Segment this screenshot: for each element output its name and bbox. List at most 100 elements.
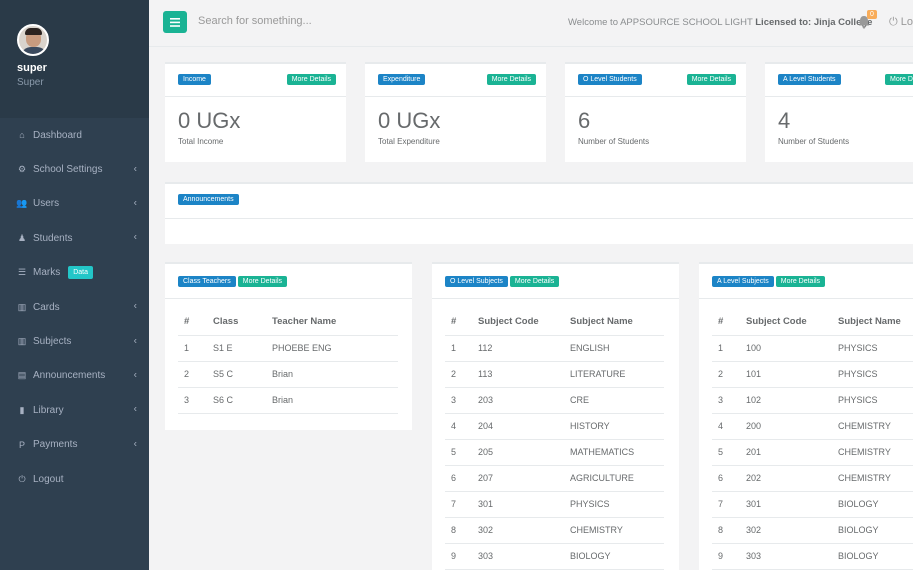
sidebar-item-school-settings[interactable]: ⚙ School Settings ‹ xyxy=(0,152,149,186)
table-cell: 6 xyxy=(445,465,472,492)
sidebar-item-cards[interactable]: ▥ Cards ‹ xyxy=(0,290,149,324)
sidebar-item-library[interactable]: ▮ Library ‹ xyxy=(0,393,149,427)
table-cell: 301 xyxy=(740,491,832,518)
widget-title: Income xyxy=(178,74,211,85)
table-cell: 101 xyxy=(740,361,832,388)
sidebar-item-users[interactable]: 👥 Users ‹ xyxy=(0,187,149,221)
table-row: 2 113 LITERATURE xyxy=(445,361,664,388)
sidebar-item-students[interactable]: ♟ Students ‹ xyxy=(0,221,149,255)
chevron-left-icon: ‹ xyxy=(133,300,137,312)
table-cell: 3 xyxy=(445,387,472,414)
table-row: 1 S1 E PHOEBE ENG xyxy=(178,335,398,362)
column-header: Teacher Name xyxy=(266,309,398,336)
sidebar-item-label: Subjects xyxy=(33,336,72,348)
widget-caption: Total Income xyxy=(178,137,224,146)
table-row: 7 301 PHYSICS xyxy=(445,491,664,518)
table-cell: S6 C xyxy=(207,387,266,414)
a-level-subjects-table: # Subject Code Subject Name 1 100 PHYSICS 2… xyxy=(712,309,913,570)
table-row: 5 201 CHEMISTRY xyxy=(712,439,913,466)
welcome-message: Welcome to APPSOURCE SCHOOL LIGHT Licens… xyxy=(568,17,872,28)
table-cell: BIOLOGY xyxy=(564,543,664,570)
column-header: Subject Name xyxy=(832,309,913,336)
table-row: 3 203 CRE xyxy=(445,387,664,414)
table-cell: 9 xyxy=(712,543,740,570)
avatar[interactable] xyxy=(17,24,49,56)
announcements-panel: Announcements xyxy=(165,182,913,244)
table-cell: 5 xyxy=(712,439,740,466)
o-level-students-widget: O Level Students More Details 6 Number o… xyxy=(565,62,746,162)
power-icon: ⏻ xyxy=(18,473,26,484)
table-cell: 102 xyxy=(740,387,832,414)
bar-chart-icon: ▥ xyxy=(17,336,27,347)
sidebar-item-logout[interactable]: ⏻ Logout xyxy=(0,462,149,496)
table-row: 3 102 PHYSICS xyxy=(712,387,913,414)
column-header: Subject Name xyxy=(564,309,664,336)
table-cell: 302 xyxy=(472,517,564,544)
class-teachers-panel: Class Teachers More Details # Class Teach… xyxy=(165,262,412,430)
widget-value: 4 xyxy=(778,108,791,133)
table-cell: LITERATURE xyxy=(564,361,664,388)
chevron-left-icon: ‹ xyxy=(133,369,137,381)
table-row: 4 200 CHEMISTRY xyxy=(712,413,913,440)
table-cell: BIOLOGY xyxy=(832,517,913,544)
column-header: Class xyxy=(207,309,266,336)
table-cell: 205 xyxy=(472,439,564,466)
chevron-left-icon: ‹ xyxy=(133,438,137,450)
o-level-subjects-table: # Subject Code Subject Name 1 112 ENGLISH 2… xyxy=(445,309,664,570)
license-text: Licensed to: Jinja College xyxy=(755,17,873,28)
table-cell: CRE xyxy=(564,387,664,414)
table-cell: Brian xyxy=(266,387,398,414)
widget-caption: Total Expenditure xyxy=(378,137,440,146)
table-cell: 4 xyxy=(712,413,740,440)
sidebar-item-marks[interactable]: ☰ Marks Data xyxy=(0,256,149,290)
table-cell: 1 xyxy=(445,335,472,362)
more-details-button[interactable]: More Details xyxy=(686,74,736,85)
sidebar-item-subjects[interactable]: ▥ Subjects ‹ xyxy=(0,324,149,358)
sidebar-item-label: Payments xyxy=(33,439,78,451)
table-cell: CHEMISTRY xyxy=(564,517,664,544)
table-cell: 113 xyxy=(472,361,564,388)
sidebar-item-payments[interactable]: P Payments ‹ xyxy=(0,428,149,462)
expenditure-widget: Expenditure More Details 0 UGx Total Exp… xyxy=(365,62,546,162)
power-icon: ⏻ xyxy=(889,16,898,28)
table-cell: 7 xyxy=(445,491,472,518)
panel-title: O Level Subjects xyxy=(445,276,508,287)
table-row: 1 112 ENGLISH xyxy=(445,335,664,362)
table-cell: 303 xyxy=(740,543,832,570)
more-details-button[interactable]: More Details xyxy=(237,276,288,287)
table-row: 5 205 MATHEMATICS xyxy=(445,439,664,466)
table-cell: PHYSICS xyxy=(832,361,913,388)
widget-value: 0 UGx xyxy=(378,108,441,133)
table-cell: S1 E xyxy=(207,335,266,362)
sidebar-item-label: Announcements xyxy=(33,370,106,382)
profile-panel: super Super xyxy=(0,0,149,118)
table-row: 6 202 CHEMISTRY xyxy=(712,465,913,492)
widget-title: Expenditure xyxy=(378,74,426,85)
sidebar-item-label: Students xyxy=(33,232,73,244)
more-details-button[interactable]: More Details xyxy=(486,74,536,85)
main-content: Income More Details 0 UGx Total Income E… xyxy=(149,48,913,570)
logout-link[interactable]: ⏻ Lo xyxy=(889,16,913,29)
column-header: # xyxy=(712,309,740,336)
profile-name[interactable]: super xyxy=(17,62,149,74)
search-input[interactable] xyxy=(198,15,418,27)
more-details-button[interactable]: More Details xyxy=(509,276,560,287)
more-details-button[interactable]: More De xyxy=(885,74,913,85)
panel-title: Class Teachers xyxy=(178,276,236,287)
more-details-button[interactable]: More Details xyxy=(775,276,826,287)
user-icon: ♟ xyxy=(17,232,27,243)
announcements-title: Announcements xyxy=(178,194,239,205)
paypal-icon: P xyxy=(18,439,25,450)
table-cell: 4 xyxy=(445,413,472,440)
table-cell: 200 xyxy=(740,413,832,440)
table-cell: PHOEBE ENG xyxy=(266,335,398,362)
table-cell: 301 xyxy=(472,491,564,518)
sidebar-nav: ⌂ Dashboard ⚙ School Settings ‹ 👥 Users ‹ ♟ Stude… xyxy=(0,118,149,496)
table-cell: 8 xyxy=(712,517,740,544)
profile-role: Super xyxy=(17,77,44,88)
sidebar-item-announcements[interactable]: ▤ Announcements ‹ xyxy=(0,359,149,393)
sidebar-item-dashboard[interactable]: ⌂ Dashboard xyxy=(0,118,149,152)
more-details-button[interactable]: More Details xyxy=(286,74,336,85)
table-cell: 6 xyxy=(712,465,740,492)
menu-toggle-button[interactable] xyxy=(163,11,187,33)
